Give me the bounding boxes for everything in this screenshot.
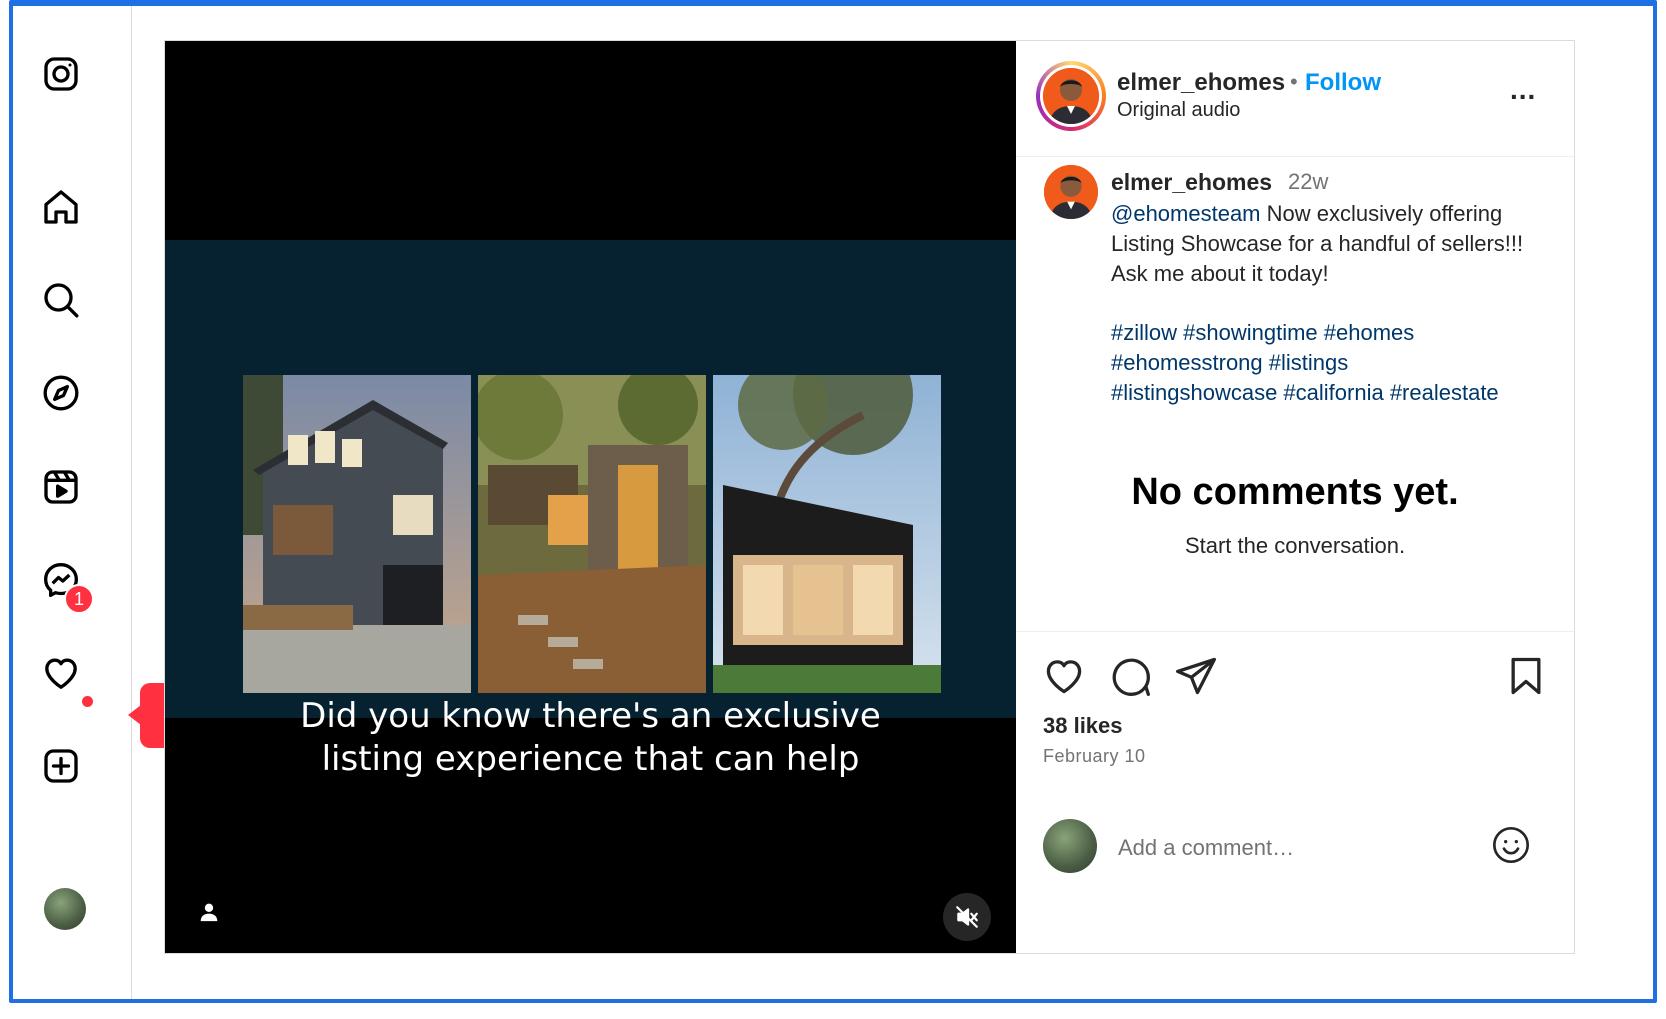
reels-icon[interactable]	[40, 466, 82, 508]
caption-mention[interactable]: @ehomesteam	[1111, 201, 1261, 226]
no-comments-title: No comments yet.	[1131, 471, 1459, 513]
caption-time: 22w	[1288, 169, 1329, 194]
comment-bar	[1016, 793, 1574, 953]
post-details-panel: elmer_ehomes • Follow Original audio ...…	[1016, 41, 1574, 953]
share-icon[interactable]	[1174, 654, 1218, 698]
video-caption-line-1: Did you know there's an exclusive	[300, 696, 881, 736]
home-icon[interactable]	[40, 186, 82, 228]
hashtag-line[interactable]: #ehomesstrong #listings	[1111, 348, 1561, 378]
caption-username[interactable]: elmer_ehomes	[1111, 169, 1272, 196]
house-photo-1	[243, 375, 471, 693]
speaker-muted-icon	[956, 906, 978, 928]
house-photo-3	[713, 375, 941, 693]
caption-text: @ehomesteam Now exclusively offering Lis…	[1111, 199, 1561, 289]
video-caption-line-2: listing experience that can help	[321, 739, 860, 779]
header-separator: •	[1290, 69, 1298, 94]
post-modal: Did you know there's an exclusive listin…	[164, 40, 1575, 954]
no-comments-subtitle: Start the conversation.	[1184, 533, 1406, 558]
sidebar-nav: 1	[13, 6, 132, 999]
search-icon[interactable]	[40, 279, 82, 321]
post-date: February 10	[1043, 746, 1146, 766]
house-photo-2	[478, 375, 706, 693]
mute-button[interactable]	[943, 893, 991, 941]
follow-button[interactable]: Follow	[1305, 69, 1381, 97]
header-username[interactable]: elmer_ehomes	[1117, 69, 1285, 97]
comment-icon[interactable]	[1108, 654, 1152, 698]
hashtag-line[interactable]: #listingshowcase #california #realestate	[1111, 378, 1561, 408]
story-ring[interactable]	[1036, 61, 1106, 131]
author-avatar	[1043, 68, 1099, 124]
profile-avatar[interactable]	[44, 888, 86, 930]
post-header: elmer_ehomes • Follow Original audio ...	[1016, 41, 1574, 157]
heart-icon[interactable]	[40, 652, 82, 694]
caption-hashtags: #zillow #showingtime #ehomes #ehomesstro…	[1111, 318, 1561, 408]
hashtag-line[interactable]: #zillow #showingtime #ehomes	[1111, 318, 1561, 348]
likes-count[interactable]: 38 likes	[1043, 713, 1123, 739]
reel-video[interactable]: Did you know there's an exclusive listin…	[165, 41, 1016, 953]
app-window: 1 3	[9, 0, 1657, 1003]
like-icon[interactable]	[1042, 654, 1086, 698]
instagram-logo-icon[interactable]	[40, 53, 82, 95]
messages-badge: 1	[64, 584, 94, 614]
notification-dot	[82, 696, 93, 707]
explore-icon[interactable]	[40, 372, 82, 414]
create-icon[interactable]	[40, 745, 82, 787]
actions-divider	[1016, 631, 1574, 635]
caption-author-avatar[interactable]	[1044, 165, 1098, 219]
save-icon[interactable]	[1504, 654, 1548, 698]
current-user-avatar	[1043, 819, 1097, 873]
tagged-user-icon[interactable]	[199, 901, 219, 923]
comment-input[interactable]	[1116, 827, 1480, 869]
more-options-icon[interactable]: ...	[1510, 74, 1536, 106]
audio-label[interactable]: Original audio	[1117, 99, 1240, 122]
emoji-icon[interactable]	[1491, 825, 1531, 865]
